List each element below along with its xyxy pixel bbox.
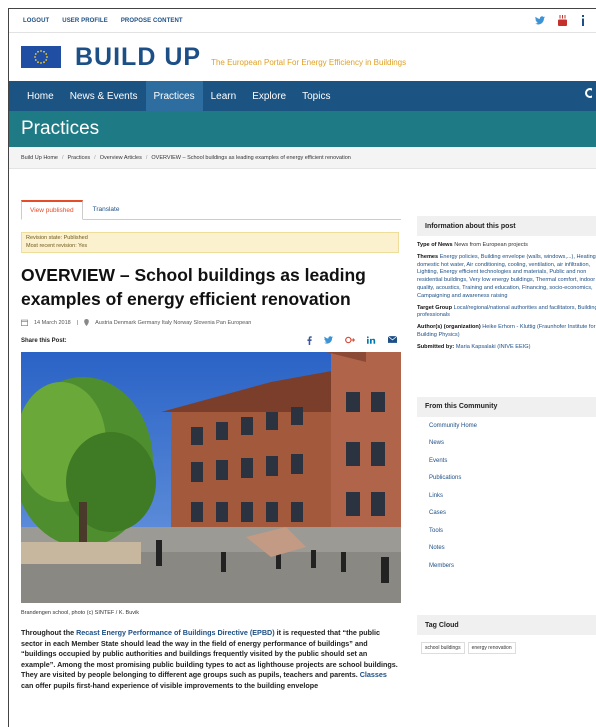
site-tagline: The European Portal For Energy Efficienc… (211, 57, 407, 67)
photo-caption: Brandengen school, photo (c) SINTEF / K.… (21, 610, 140, 616)
page-frame: LOGOUT USER PROFILE PROPOSE CONTENT BUIL… (8, 8, 596, 727)
site-title[interactable]: BUILD UP (75, 43, 201, 72)
epbd-link[interactable]: Recast Energy Performance of Buildings D… (76, 628, 275, 637)
article-column: View published Translate Revision state:… (13, 200, 401, 691)
article-countries: Austria Denmark Germany Italy Norway Slo… (95, 319, 252, 326)
body-text-start: Throughout the (21, 628, 77, 637)
sidebar: Information about this post Type of News… (417, 216, 596, 655)
nav-explore[interactable]: Explore (244, 81, 294, 111)
community-link-events[interactable]: Events (429, 458, 596, 476)
article-photo (13, 352, 401, 603)
main-navigation: Home News & Events Practices Learn Explo… (9, 81, 596, 111)
breadcrumb-home[interactable]: Build Up Home (21, 155, 58, 161)
nav-news-events[interactable]: News & Events (62, 81, 146, 111)
search-icon[interactable] (584, 88, 592, 100)
facebook-icon[interactable] (307, 336, 312, 345)
breadcrumb-overview-articles[interactable]: Overview Articles (100, 155, 142, 161)
share-bar: Share this Post: (21, 336, 401, 345)
section-hero: Practices (9, 111, 596, 147)
community-link-notes[interactable]: Notes (429, 545, 596, 563)
user-profile-link[interactable]: USER PROFILE (62, 18, 108, 24)
community-link-home[interactable]: Community Home (429, 423, 596, 441)
propose-content-link[interactable]: PROPOSE CONTENT (121, 18, 183, 24)
community-link-cases[interactable]: Cases (429, 510, 596, 528)
meta-separator: | (76, 319, 79, 326)
article-meta: 14 March 2018 | Austria Denmark Germany … (21, 319, 401, 326)
submitted-by-value[interactable]: Maria Kapsalaki (INIVE EEIG) (456, 344, 531, 350)
twitter-share-icon[interactable] (324, 336, 333, 344)
nav-home[interactable]: Home (19, 81, 62, 111)
nav-learn[interactable]: Learn (203, 81, 245, 111)
type-of-news-value: News from European projects (454, 242, 528, 248)
tag-cloud: school buildings energy renovation (417, 635, 596, 655)
target-group-label: Target Group (417, 304, 453, 311)
breadcrumb-separator: / (145, 154, 148, 161)
site-brand-bar: BUILD UP The European Portal For Energy … (9, 33, 596, 81)
info-box-header: Information about this post (417, 216, 596, 236)
revision-recent: Most recent revision: Yes (26, 242, 88, 249)
linkedin-icon[interactable] (580, 15, 586, 26)
tag-cloud-header: Tag Cloud (417, 615, 596, 636)
top-utility-bar: LOGOUT USER PROFILE PROPOSE CONTENT (9, 9, 596, 33)
nav-topics[interactable]: Topics (294, 81, 338, 111)
calendar-icon (21, 319, 28, 326)
article-body: Throughout the Recast Energy Performance… (21, 628, 401, 691)
themes-value[interactable]: Energy policies, Building envelope (wall… (417, 254, 596, 299)
community-link-publications[interactable]: Publications (429, 475, 596, 493)
twitter-icon[interactable] (535, 16, 545, 25)
community-links: Community Home News Events Publications … (417, 417, 596, 581)
community-link-news[interactable]: News (429, 440, 596, 458)
share-label: Share this Post: (21, 337, 67, 344)
breadcrumb-practices[interactable]: Practices (68, 155, 91, 161)
community-link-members[interactable]: Members (429, 563, 596, 581)
tag-school-buildings[interactable]: school buildings (421, 642, 465, 655)
type-of-news-label: Type of News (417, 242, 453, 248)
location-pin-icon (84, 319, 89, 326)
linkedin-share-icon[interactable] (367, 336, 376, 344)
tag-energy-renovation[interactable]: energy renovation (467, 642, 516, 655)
community-link-links[interactable]: Links (429, 493, 596, 511)
nav-practices[interactable]: Practices (145, 81, 203, 111)
community-link-tools[interactable]: Tools (429, 528, 596, 546)
breadcrumb: Build Up Home / Practices / Overview Art… (9, 147, 596, 169)
body-text-end: can offer pupils first-hand experience o… (21, 680, 319, 690)
eu-flag-logo[interactable] (21, 46, 61, 68)
google-plus-icon[interactable] (345, 336, 355, 344)
breadcrumb-current: OVERVIEW – School buildings as leading e… (151, 154, 351, 161)
tab-view-published[interactable]: View published (21, 200, 83, 220)
article-title: OVERVIEW – School buildings as leading e… (21, 265, 366, 309)
submitted-by-label: Submitted by: (417, 343, 455, 350)
revision-tabs: View published Translate (21, 200, 401, 220)
logout-link[interactable]: LOGOUT (23, 18, 49, 24)
author-label: Author(s) (organization) (417, 324, 481, 331)
themes-label: Themes (417, 253, 439, 260)
info-box-body: Type of News News from European projects… (417, 236, 596, 352)
revision-state: Revision state: Published (26, 235, 88, 241)
tab-translate[interactable]: Translate (85, 200, 128, 219)
breadcrumb-separator: / (94, 154, 96, 161)
community-box-header: From this Community (417, 396, 596, 417)
classes-link[interactable]: Classes (360, 670, 387, 679)
youtube-icon[interactable] (558, 15, 567, 26)
email-icon[interactable] (388, 336, 397, 343)
revision-notice: Revision state: Published Most recent re… (21, 232, 399, 253)
article-date: 14 March 2018 (34, 319, 71, 326)
section-title: Practices (21, 118, 100, 139)
breadcrumb-separator: / (62, 154, 64, 161)
